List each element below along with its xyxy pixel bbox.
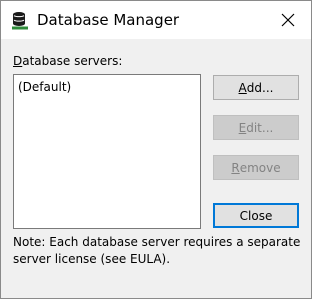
database-servers-list[interactable]: (Default) <box>13 74 201 229</box>
add-button[interactable]: Add... <box>213 75 299 100</box>
database-servers-label: Database servers: <box>13 54 123 68</box>
close-icon[interactable] <box>265 1 311 39</box>
window-title: Database Manager <box>37 11 180 29</box>
license-note: Note: Each database server requires a se… <box>13 235 301 266</box>
edit-button[interactable]: Edit... <box>213 115 299 140</box>
title-bar[interactable]: Database Manager <box>1 1 311 39</box>
list-item[interactable]: (Default) <box>18 79 71 95</box>
remove-button[interactable]: Remove <box>213 155 299 180</box>
close-button[interactable]: Close <box>213 203 299 228</box>
database-icon <box>11 11 29 31</box>
database-manager-dialog: Database Manager Database servers: (Defa… <box>0 0 312 299</box>
